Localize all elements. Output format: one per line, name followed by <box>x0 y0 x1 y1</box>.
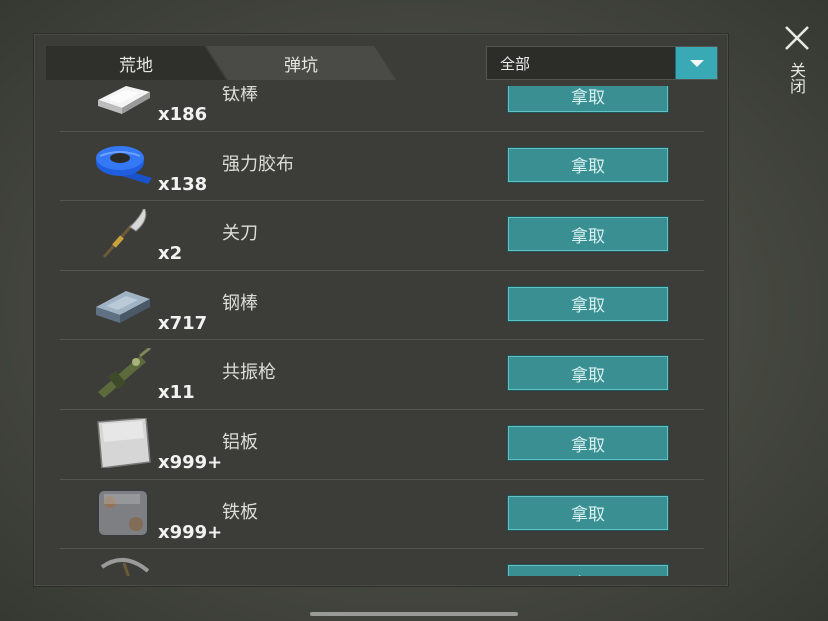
list-item: x2 关刀 拿取 <box>60 201 704 271</box>
take-button[interactable]: 拿取 <box>508 565 668 576</box>
take-button[interactable]: 拿取 <box>508 86 668 112</box>
item-name: 强力胶布 <box>222 153 294 175</box>
take-button[interactable]: 拿取 <box>508 495 668 530</box>
list-item: x999+ 铝板 拿取 <box>60 410 704 480</box>
take-button[interactable]: 拿取 <box>508 426 668 460</box>
item-list[interactable]: x186 钛棒 拿取 x138 强力胶布 拿取 x2 关刀 拿取 x717 钢棒… <box>60 86 704 576</box>
close-label[interactable]: 关闭 <box>786 62 806 94</box>
guandao-blade-icon <box>92 209 156 259</box>
list-item: x717 钢棒 拿取 <box>60 271 704 341</box>
close-icon[interactable] <box>783 24 811 52</box>
take-button[interactable]: 拿取 <box>508 217 668 252</box>
list-item: x11 共振枪 拿取 <box>60 340 704 410</box>
titanium-bar-icon <box>92 86 156 120</box>
item-quantity: x999+ <box>158 452 223 473</box>
item-quantity: x11 <box>158 382 195 404</box>
item-name: 钛棒 <box>222 86 258 105</box>
category-filter-select[interactable]: 全部 <box>486 46 718 80</box>
item-name: 铝板 <box>222 432 258 453</box>
steel-bar-icon <box>92 279 156 329</box>
list-item: x138 强力胶布 拿取 <box>60 132 704 202</box>
take-button[interactable]: 拿取 <box>508 147 668 182</box>
tab-crater[interactable]: 弹坑 <box>206 46 396 80</box>
pickaxe-icon <box>92 557 156 576</box>
list-item: x186 钛棒 拿取 <box>60 86 704 132</box>
iron-plate-icon <box>92 488 156 538</box>
list-item: x999+ 铁板 拿取 <box>60 480 704 550</box>
duct-tape-icon <box>92 140 156 190</box>
item-name: 共振枪 <box>222 362 276 384</box>
item-quantity: x999+ <box>158 521 223 543</box>
home-indicator[interactable] <box>310 612 518 616</box>
item-quantity: x138 <box>158 173 208 195</box>
category-filter-value: 全部 <box>500 54 531 73</box>
tab-bar: 荒地 弹坑 全部 <box>46 46 718 80</box>
tab-wasteland[interactable]: 荒地 <box>46 46 226 80</box>
item-name: 钢棒 <box>222 292 258 314</box>
item-name: 铁板 <box>222 501 258 523</box>
item-name: 关刀 <box>222 223 258 245</box>
list-item: 拿取 <box>60 549 704 576</box>
aluminum-plate-icon <box>92 418 156 468</box>
item-quantity: x717 <box>158 312 208 334</box>
dropdown-button[interactable] <box>675 47 717 79</box>
take-button[interactable]: 拿取 <box>508 356 668 391</box>
chevron-down-icon <box>689 59 704 67</box>
storage-panel: 荒地 弹坑 全部 x186 钛棒 拿取 x138 强力胶布 拿取 x2 关刀 拿… <box>33 33 729 587</box>
item-quantity: x186 <box>158 104 208 125</box>
resonance-gun-icon <box>92 348 156 399</box>
item-quantity: x2 <box>158 243 183 265</box>
take-button[interactable]: 拿取 <box>508 286 668 321</box>
